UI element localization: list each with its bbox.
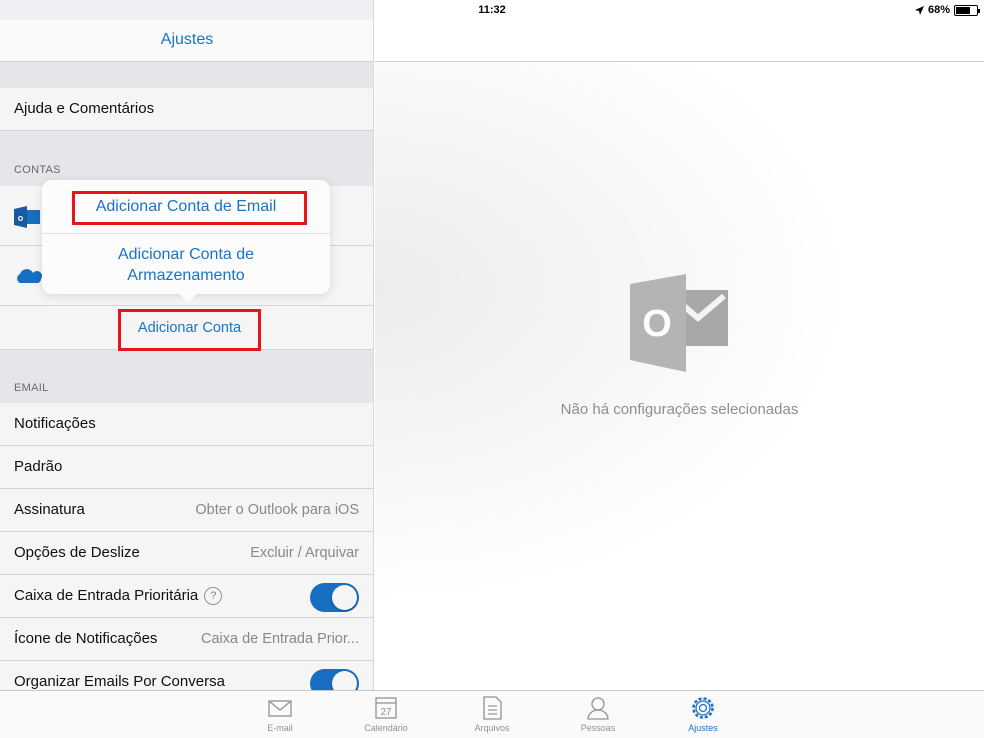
badge-icon-label: Ícone de Notificações <box>14 630 158 647</box>
tab-email-label: E-mail <box>267 723 293 733</box>
outlook-logo-letter: O <box>642 303 672 345</box>
add-email-account-option[interactable]: Adicionar Conta de Email <box>42 180 330 234</box>
add-storage-account-label-line1: Adicionar Conta de <box>117 246 255 263</box>
outlook-logo-icon: O <box>630 274 728 372</box>
detail-header <box>375 20 984 62</box>
signature-row[interactable]: Assinatura Obter o Outlook para iOS <box>0 489 373 532</box>
tab-files[interactable]: Arquivos <box>457 695 527 733</box>
swipe-options-value: Excluir / Arquivar <box>250 545 359 561</box>
accounts-section-header: CONTAS <box>14 164 61 176</box>
popover-arrow <box>178 293 198 303</box>
page-title: Ajustes <box>160 31 214 48</box>
calendar-icon: 27 <box>375 697 397 719</box>
add-account-label: Adicionar Conta <box>137 320 242 336</box>
focused-inbox-row: Caixa de Entrada Prioritária? <box>0 575 373 618</box>
battery-percent: 68% <box>927 4 950 16</box>
svg-text:o: o <box>18 213 24 223</box>
organize-by-thread-toggle[interactable] <box>310 669 359 690</box>
add-email-account-label: Adicionar Conta de Email <box>95 198 277 215</box>
notifications-label: Notificações <box>14 415 96 432</box>
help-feedback-row[interactable]: Ajuda e Comentários <box>0 88 373 131</box>
outlook-icon: o <box>14 206 40 228</box>
notifications-row[interactable]: Notificações <box>0 403 373 446</box>
organize-by-thread-row: Organizar Emails Por Conversa <box>0 661 373 690</box>
email-section-header: EMAIL <box>14 382 49 394</box>
toggle-knob <box>332 585 357 610</box>
calendar-day: 27 <box>380 707 392 718</box>
help-feedback-label: Ajuda e Comentários <box>14 100 155 117</box>
tab-settings-label: Ajustes <box>688 723 718 733</box>
add-storage-account-label-line2: Armazenamento <box>127 267 245 284</box>
swipe-options-row[interactable]: Opções de Deslize Excluir / Arquivar <box>0 532 373 575</box>
tab-people[interactable]: Pessoas <box>563 695 633 733</box>
toggle-knob <box>332 671 357 690</box>
onedrive-icon <box>17 269 42 283</box>
add-account-popover: Adicionar Conta de Email Adicionar Conta… <box>42 180 330 294</box>
focused-inbox-toggle[interactable] <box>310 583 359 612</box>
battery-icon <box>954 4 980 16</box>
location-icon <box>914 5 924 15</box>
signature-label: Assinatura <box>14 501 85 518</box>
settings-icon <box>692 697 714 719</box>
default-account-row[interactable]: Padrão <box>0 446 373 489</box>
empty-state-message: Não há configurações selecionadas <box>560 401 799 418</box>
badge-icon-value: Caixa de Entrada Prior... <box>201 631 359 647</box>
tab-calendar-label: Calendário <box>364 723 408 733</box>
settings-header: Ajustes <box>0 20 373 62</box>
tab-bar: E-mail 27 Calendário Arquivos Pessoas Aj… <box>0 690 984 738</box>
tab-people-label: Pessoas <box>580 723 616 733</box>
signature-value: Obter o Outlook para iOS <box>195 502 359 518</box>
files-icon <box>483 696 502 720</box>
tab-email[interactable]: E-mail <box>245 695 315 733</box>
organize-by-thread-label: Organizar Emails Por Conversa <box>14 673 225 690</box>
mail-icon <box>268 700 292 717</box>
swipe-options-label: Opções de Deslize <box>14 544 140 561</box>
tab-calendar[interactable]: 27 Calendário <box>351 695 421 733</box>
help-icon[interactable]: ? <box>204 587 223 605</box>
add-account-button[interactable]: Adicionar Conta <box>118 309 261 351</box>
settings-panel: Ajustes Ajuda e Comentários CONTAS o EMA… <box>0 0 374 690</box>
badge-icon-row[interactable]: Ícone de Notificações Caixa de Entrada P… <box>0 618 373 661</box>
people-icon <box>587 697 609 720</box>
add-storage-account-option[interactable]: Adicionar Conta de Armazenamento <box>42 244 330 286</box>
tab-files-label: Arquivos <box>474 723 510 733</box>
tab-settings[interactable]: Ajustes <box>668 695 738 733</box>
focused-inbox-label: Caixa de Entrada Prioritária? <box>14 587 223 605</box>
default-account-label: Padrão <box>14 458 63 475</box>
